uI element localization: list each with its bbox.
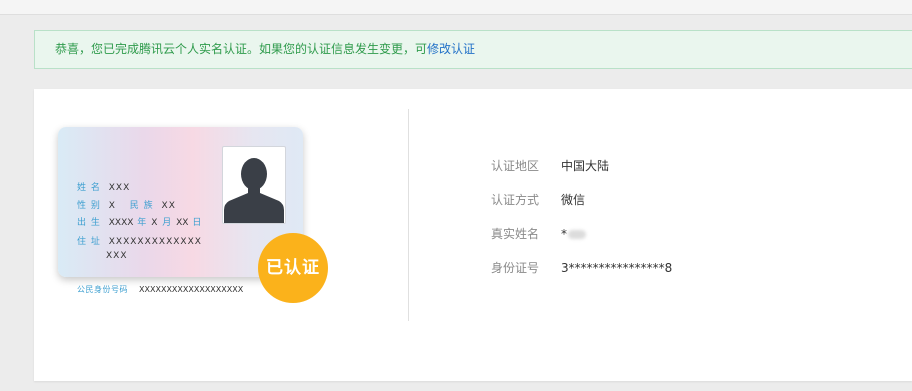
card-gender-row: 性 别 X 民 族 XX xyxy=(77,201,176,212)
card-address-label: 住 址 xyxy=(77,237,101,247)
card-name-row: 姓 名 XXX xyxy=(77,183,130,194)
card-name-label: 姓 名 xyxy=(77,183,101,193)
notice-message: 恭喜，您已完成腾讯云个人实名认证。如果您的认证信息发生变更，可 xyxy=(55,42,428,56)
card-day-unit: 日 xyxy=(192,218,203,228)
top-strip xyxy=(0,0,912,15)
card-address-line1: XXXXXXXXXXXXX xyxy=(108,237,202,247)
redacted-name-blur xyxy=(568,230,586,239)
card-month-unit: 月 xyxy=(162,218,173,228)
real-name-value: * xyxy=(561,227,567,241)
modify-verification-link[interactable]: 修改认证 xyxy=(427,42,475,56)
card-birth-row: 出 生 XXXX 年 X 月 XX 日 xyxy=(77,218,202,229)
portrait-photo xyxy=(222,146,286,224)
detail-method: 认证方式 微信 xyxy=(491,193,585,207)
id-number-value: 3****************8 xyxy=(561,261,673,275)
card-birth-year: XXXX xyxy=(108,218,134,228)
verification-notice: 恭喜，您已完成腾讯云个人实名认证。如果您的认证信息发生变更，可修改认证 xyxy=(34,30,912,69)
card-name-value: XXX xyxy=(108,183,131,193)
method-label: 认证方式 xyxy=(491,193,540,207)
region-value: 中国大陆 xyxy=(561,159,610,173)
card-ethnicity-value: XX xyxy=(161,201,176,211)
card-gender-label: 性 别 xyxy=(77,201,101,211)
card-address-line2: XXX xyxy=(106,251,128,261)
card-ethnicity-label: 民 族 xyxy=(129,201,154,211)
detail-name: 真实姓名 * xyxy=(491,227,586,241)
region-label: 认证地区 xyxy=(491,159,540,173)
card-address-row: 住 址 XXXXXXXXXXXXX xyxy=(77,237,202,248)
person-silhouette-icon xyxy=(224,158,284,223)
detail-id: 身份证号 3****************8 xyxy=(491,261,672,275)
verification-panel: 姓 名 XXX 性 别 X 民 族 XX 出 生 XXXX 年 X 月 XX 日… xyxy=(34,89,912,381)
card-id-label: 公民身份号码 xyxy=(77,285,128,294)
card-address-line2-row: XXX xyxy=(106,251,128,262)
vertical-divider xyxy=(408,109,409,321)
real-name-label: 真实姓名 xyxy=(491,227,540,241)
card-birth-month: X xyxy=(151,218,159,228)
card-birth-label: 出 生 xyxy=(77,218,101,228)
card-year-unit: 年 xyxy=(137,218,148,228)
card-birth-day: XX xyxy=(176,218,189,228)
verified-badge: 已认证 xyxy=(258,233,328,303)
card-id-value: XXXXXXXXXXXXXXXXXXX xyxy=(139,285,244,294)
detail-region: 认证地区 中国大陆 xyxy=(491,159,609,173)
method-value: 微信 xyxy=(561,193,586,207)
id-number-label: 身份证号 xyxy=(491,261,540,275)
card-id-row: 公民身份号码 XXXXXXXXXXXXXXXXXXX xyxy=(77,284,243,295)
card-gender-value: X xyxy=(108,201,116,211)
